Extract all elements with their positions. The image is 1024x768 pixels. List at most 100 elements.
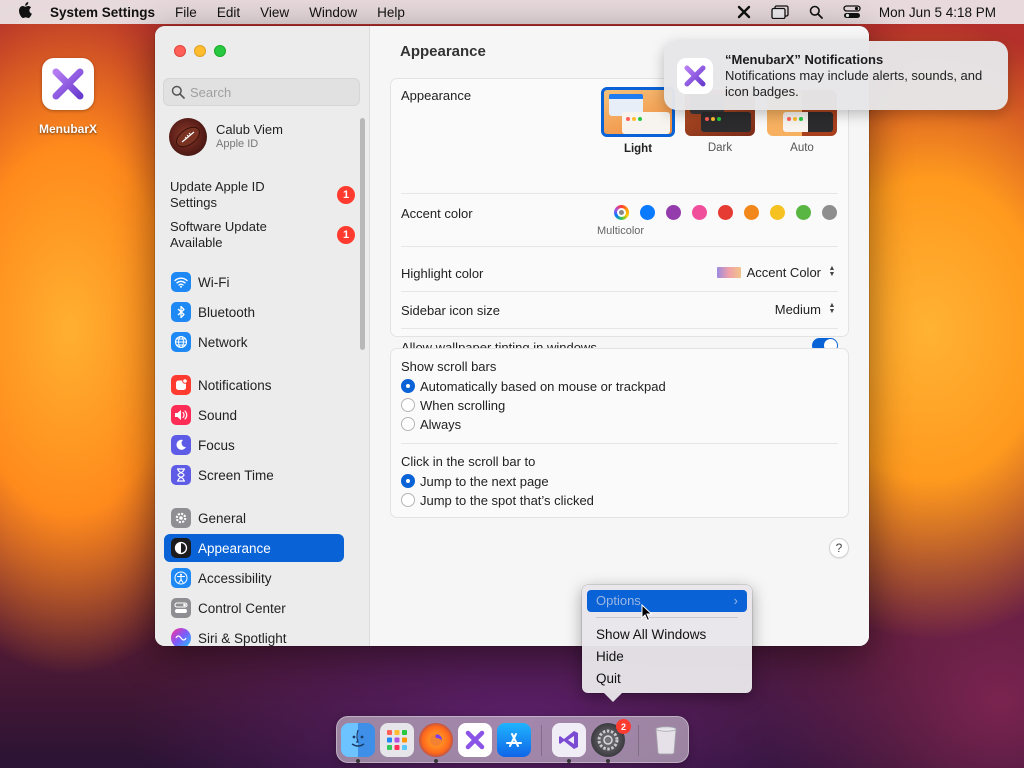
- window-status-icon[interactable]: [763, 0, 797, 24]
- dock: 2: [336, 716, 689, 763]
- firefox-icon[interactable]: [419, 723, 453, 757]
- appearance-group: Appearance Light Dark Auto Accent color …: [390, 78, 849, 355]
- menu-item-options[interactable]: Options ›: [587, 590, 747, 612]
- sidebar-item-wifi[interactable]: Wi-Fi: [164, 268, 344, 296]
- trash-icon[interactable]: [649, 723, 683, 757]
- main-pane: Appearance Appearance Light Dark Auto Ac…: [370, 26, 869, 646]
- profile-subtitle: Apple ID: [216, 138, 259, 150]
- radio-scroll-always[interactable]: [401, 417, 415, 431]
- appearance-icon: [171, 538, 191, 558]
- menu-window[interactable]: Window: [299, 5, 367, 20]
- accent-green[interactable]: [796, 205, 811, 220]
- sidebar-item-label: Focus: [198, 437, 235, 453]
- running-indicator: [606, 759, 610, 763]
- theme-label-auto: Auto: [790, 142, 814, 154]
- highlight-color-popup[interactable]: Accent Color ▲ ▼: [716, 264, 838, 280]
- wifi-icon: [171, 272, 191, 292]
- hourglass-icon: [171, 465, 191, 485]
- menu-item-hide[interactable]: Hide: [596, 649, 624, 664]
- menu-item-show-all-windows[interactable]: Show All Windows: [596, 627, 706, 642]
- accent-graphite[interactable]: [822, 205, 837, 220]
- sidebar-icon-size-value: Medium: [774, 301, 821, 317]
- accent-blue[interactable]: [640, 205, 655, 220]
- radio-scroll-auto[interactable]: [401, 379, 415, 393]
- radio-label-always: Always: [420, 417, 462, 432]
- help-button[interactable]: ?: [829, 538, 849, 558]
- update-line1: Software Update: [170, 219, 267, 234]
- accent-color-row: Accent color Multicolor: [401, 205, 838, 237]
- system-settings-icon[interactable]: 2: [591, 719, 631, 757]
- launchpad-icon[interactable]: [380, 723, 414, 757]
- accent-purple[interactable]: [666, 205, 681, 220]
- search-status-icon[interactable]: [799, 0, 833, 24]
- update-line2: Available: [170, 235, 223, 250]
- finder-icon[interactable]: [341, 723, 375, 757]
- system-settings-window: Calub Viem Apple ID Update Apple ID Sett…: [155, 26, 869, 646]
- menubarx-icon[interactable]: [458, 723, 492, 757]
- minimize-window-button[interactable]: [194, 45, 206, 57]
- app-store-icon[interactable]: [497, 723, 531, 757]
- zoom-window-button[interactable]: [214, 45, 226, 57]
- control-center-status-icon[interactable]: [835, 0, 869, 24]
- sidebar-item-control-center[interactable]: Control Center: [164, 594, 344, 622]
- sidebar-item-siri-spotlight[interactable]: Siri & Spotlight: [164, 624, 344, 646]
- sidebar-item-sound[interactable]: Sound: [164, 401, 344, 429]
- sidebar-item-network[interactable]: Network: [164, 328, 344, 356]
- menu-edit[interactable]: Edit: [207, 5, 250, 20]
- sidebar-search[interactable]: [163, 78, 360, 106]
- menubarx-icon: [677, 58, 713, 94]
- sidebar-item-label: Siri & Spotlight: [198, 630, 287, 646]
- update-apple-id-settings[interactable]: Update Apple ID Settings 1: [170, 179, 355, 211]
- menubarx-status-icon[interactable]: [727, 0, 761, 24]
- accent-pink[interactable]: [692, 205, 707, 220]
- bell-icon: [171, 375, 191, 395]
- highlight-color-row: Highlight color Accent Color ▲ ▼: [401, 264, 838, 282]
- accent-orange[interactable]: [744, 205, 759, 220]
- apple-id-profile[interactable]: Calub Viem Apple ID: [169, 118, 283, 156]
- software-update-available[interactable]: Software Update Available 1: [170, 219, 355, 251]
- sidebar-item-label: Network: [198, 334, 248, 350]
- visual-studio-icon[interactable]: [552, 723, 586, 757]
- desktop-app-menubarx[interactable]: MenubarX: [30, 58, 106, 136]
- running-indicator: [567, 759, 571, 763]
- show-scroll-bars-label: Show scroll bars: [401, 359, 497, 374]
- sidebar-item-focus[interactable]: Focus: [164, 431, 344, 459]
- clock[interactable]: Mon Jun 5 4:18 PM: [871, 5, 1006, 20]
- sidebar-item-screen-time[interactable]: Screen Time: [164, 461, 344, 489]
- sidebar-item-label: Control Center: [198, 600, 286, 616]
- app-name-menu[interactable]: System Settings: [40, 5, 165, 20]
- menu-file[interactable]: File: [165, 5, 207, 20]
- update-line1: Update Apple ID: [170, 179, 265, 194]
- radio-scroll-when-scrolling[interactable]: [401, 398, 415, 412]
- menu-item-quit[interactable]: Quit: [596, 671, 621, 686]
- sidebar-item-general[interactable]: General: [164, 504, 344, 532]
- radio-jump-spot-clicked[interactable]: [401, 493, 415, 507]
- notification-banner[interactable]: “MenubarX” Notifications Notifications m…: [664, 41, 1008, 110]
- sidebar-item-notifications[interactable]: Notifications: [164, 371, 344, 399]
- accent-yellow[interactable]: [770, 205, 785, 220]
- running-indicator: [434, 759, 438, 763]
- radio-label-scroll-auto: Automatically based on mouse or trackpad: [420, 379, 666, 394]
- sidebar-item-accessibility[interactable]: Accessibility: [164, 564, 344, 592]
- menu-view[interactable]: View: [250, 5, 299, 20]
- accent-multicolor[interactable]: [614, 205, 629, 220]
- sidebar-icon-size-popup[interactable]: Medium ▲ ▼: [775, 301, 838, 317]
- radio-jump-next-page[interactable]: [401, 474, 415, 488]
- sidebar-item-label: General: [198, 510, 247, 526]
- sidebar-item-bluetooth[interactable]: Bluetooth: [164, 298, 344, 326]
- accessibility-icon: [171, 568, 191, 588]
- theme-label-light: Light: [623, 143, 653, 155]
- close-window-button[interactable]: [174, 45, 186, 57]
- stepper-icon: ▲ ▼: [828, 265, 836, 278]
- apple-menu-icon[interactable]: [0, 2, 40, 22]
- menu-help[interactable]: Help: [367, 5, 415, 20]
- notification-title: “MenubarX” Notifications: [725, 52, 884, 67]
- sidebar-item-appearance[interactable]: Appearance: [164, 534, 344, 562]
- accent-red[interactable]: [718, 205, 733, 220]
- moon-icon: [171, 435, 191, 455]
- sidebar-item-label: Appearance: [198, 540, 271, 556]
- search-input[interactable]: [190, 84, 350, 100]
- sidebar: Calub Viem Apple ID Update Apple ID Sett…: [155, 26, 370, 646]
- search-icon: [171, 85, 185, 99]
- sidebar-scrollbar[interactable]: [360, 118, 365, 350]
